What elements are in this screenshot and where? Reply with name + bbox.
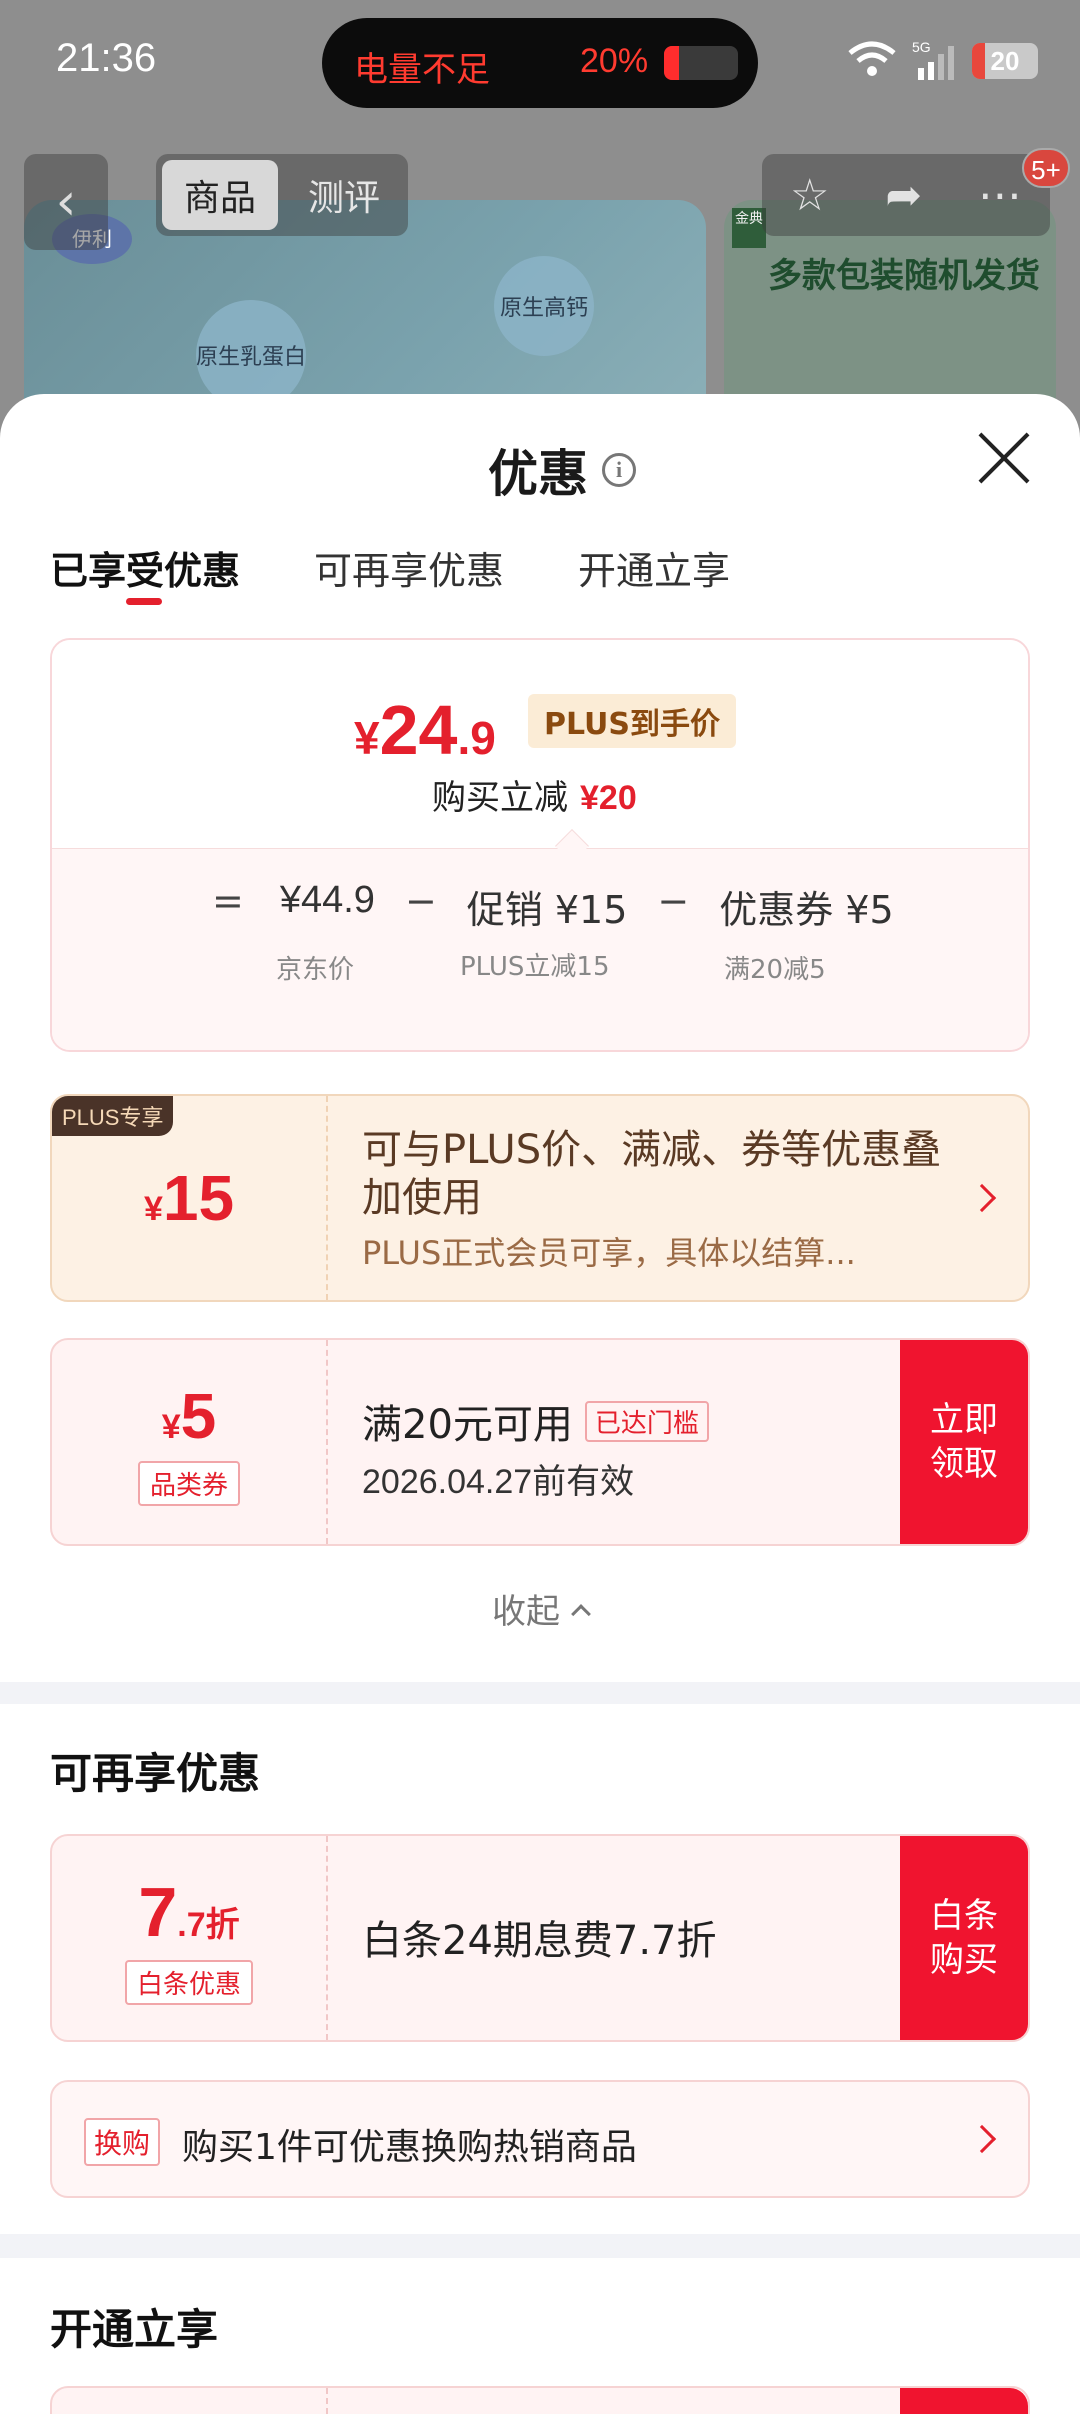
chevron-right-icon	[967, 2124, 997, 2154]
brand-mark: 金典	[732, 208, 766, 248]
banner-slogan: 多款包装随机发货	[768, 256, 1040, 296]
swap-tag: 换购	[84, 2118, 161, 2166]
header-tabs: 商品 测评	[156, 154, 408, 236]
banner-bubble: 原生高钙	[494, 256, 594, 356]
claim-coupon-button[interactable]: 立即 领取	[900, 1340, 1028, 1544]
back-button[interactable]: ‹	[24, 154, 108, 250]
price-formula: = ¥44.9 − 促销 ¥15 − 优惠券 ¥5	[212, 879, 894, 932]
price-summary-card: ¥24.9 PLUS到手价 购买立减 ¥20 = ¥44.9 − 促销 ¥15 −…	[50, 638, 1030, 1052]
plus-exclusive-coupon[interactable]: PLUS专享 ¥15 可与PLUS价、满减、券等优惠叠加使用 PLUS正式会员可…	[50, 1094, 1030, 1302]
coupon-note: 满20减5	[724, 955, 826, 985]
battery-level-icon	[664, 46, 738, 80]
wifi-icon	[846, 39, 898, 83]
baitiao-discount: 7.7折	[138, 1872, 240, 1951]
coupon-validity: 2026.04.27前有效	[362, 1463, 635, 1501]
baitiao-tag: 白条优惠	[124, 1959, 253, 2005]
battery-warning-text: 电量不足	[354, 50, 490, 90]
chevron-up-icon	[571, 1604, 591, 1624]
tab-open[interactable]: 开通立享	[578, 540, 730, 595]
plus-price-chip: PLUS到手价	[528, 694, 737, 748]
swap-offer-row[interactable]: 换购 购买1件可优惠换购热销商品	[50, 2080, 1030, 2198]
collapse-button[interactable]: 收起	[0, 1584, 1080, 1633]
tab-enjoyed[interactable]: 已享受优惠	[50, 540, 240, 605]
promo-amount: 促销 ¥15	[466, 888, 628, 932]
category-coupon-amount: ¥5	[161, 1379, 217, 1452]
discount-tabs: 已享受优惠 可再享优惠 开通立享	[50, 540, 730, 605]
tab-review[interactable]: 测评	[286, 160, 402, 230]
clock: 21:36	[56, 36, 157, 80]
share-icon[interactable]: ➦	[885, 170, 922, 221]
category-coupon: ¥5 品类券 满20元可用 已达门槛 2026.04.27前有效 立即 领取	[50, 1338, 1030, 1546]
low-battery-pill: 电量不足 20%	[322, 18, 758, 108]
final-price: ¥24.9	[354, 691, 496, 769]
battery-percent: 20%	[580, 42, 649, 80]
sheet-title: 优惠	[488, 445, 588, 503]
savings-amount: ¥20	[580, 779, 637, 817]
plus-coupon-title: 可与PLUS价、满减、券等优惠叠加使用	[362, 1127, 942, 1221]
plus-coupon-subtitle: PLUS正式会员可享，具体以结算...	[362, 1234, 856, 1272]
close-icon[interactable]	[976, 430, 1032, 486]
status-bar: 21:36 电量不足 20% 5G 20	[0, 0, 1080, 130]
open-benefit-button[interactable]	[900, 2388, 1028, 2414]
section-open-benefits: 开通立享	[50, 2305, 219, 2354]
network-type: 5G	[912, 39, 931, 55]
star-icon[interactable]: ☆	[790, 170, 829, 221]
battery-icon: 20	[972, 43, 1038, 79]
signal-icon: 5G	[912, 38, 958, 84]
section-more-discounts: 可再享优惠	[50, 1749, 261, 1798]
tab-product[interactable]: 商品	[162, 160, 278, 230]
header-tools: ☆ ➦ ⋯	[762, 154, 1050, 236]
product-header: 伊利 原生乳蛋白 原生高钙 金典 多款包装随机发货 ‹ 商品 测评 ☆ ➦ ⋯ …	[0, 140, 1080, 440]
open-benefit-card	[50, 2386, 1030, 2414]
tab-more[interactable]: 可再享优惠	[314, 540, 504, 595]
coupon-condition: 满20元可用 已达门槛	[362, 1392, 709, 1450]
jd-price-note: 京东价	[276, 955, 355, 985]
coupon-amount: 优惠券 ¥5	[719, 888, 894, 932]
baitiao-coupon: 7.7折 白条优惠 白条24期息费7.7折 白条 购买	[50, 1834, 1030, 2042]
discount-sheet: 优惠 i 已享受优惠 可再享优惠 开通立享 ¥24.9 PLUS到手价 购买立减…	[0, 394, 1080, 2414]
plus-coupon-amount: ¥15	[143, 1162, 235, 1234]
coupon-type-tag: 品类券	[137, 1460, 240, 1506]
jd-price: ¥44.9	[279, 879, 375, 921]
baitiao-buy-button[interactable]: 白条 购买	[900, 1836, 1028, 2040]
chevron-right-icon	[967, 1183, 997, 1213]
promo-note: PLUS立减15	[460, 952, 610, 982]
swap-text: 购买1件可优惠换购热销商品	[182, 2127, 637, 2168]
baitiao-title: 白条24期息费7.7折	[362, 1918, 717, 1964]
price-breakdown: = ¥44.9 − 促销 ¥15 − 优惠券 ¥5 京东价 PLUS立减15 满…	[52, 848, 1028, 1050]
message-badge: 5+	[1022, 148, 1070, 188]
battery-icon-value: 20	[990, 46, 1020, 76]
chevron-left-icon: ‹	[55, 172, 77, 232]
more-icon[interactable]: ⋯	[978, 170, 1022, 221]
savings-line: 购买立减 ¥20	[432, 778, 637, 818]
threshold-reached-tag: 已达门槛	[584, 1400, 709, 1442]
info-icon[interactable]: i	[602, 453, 636, 487]
